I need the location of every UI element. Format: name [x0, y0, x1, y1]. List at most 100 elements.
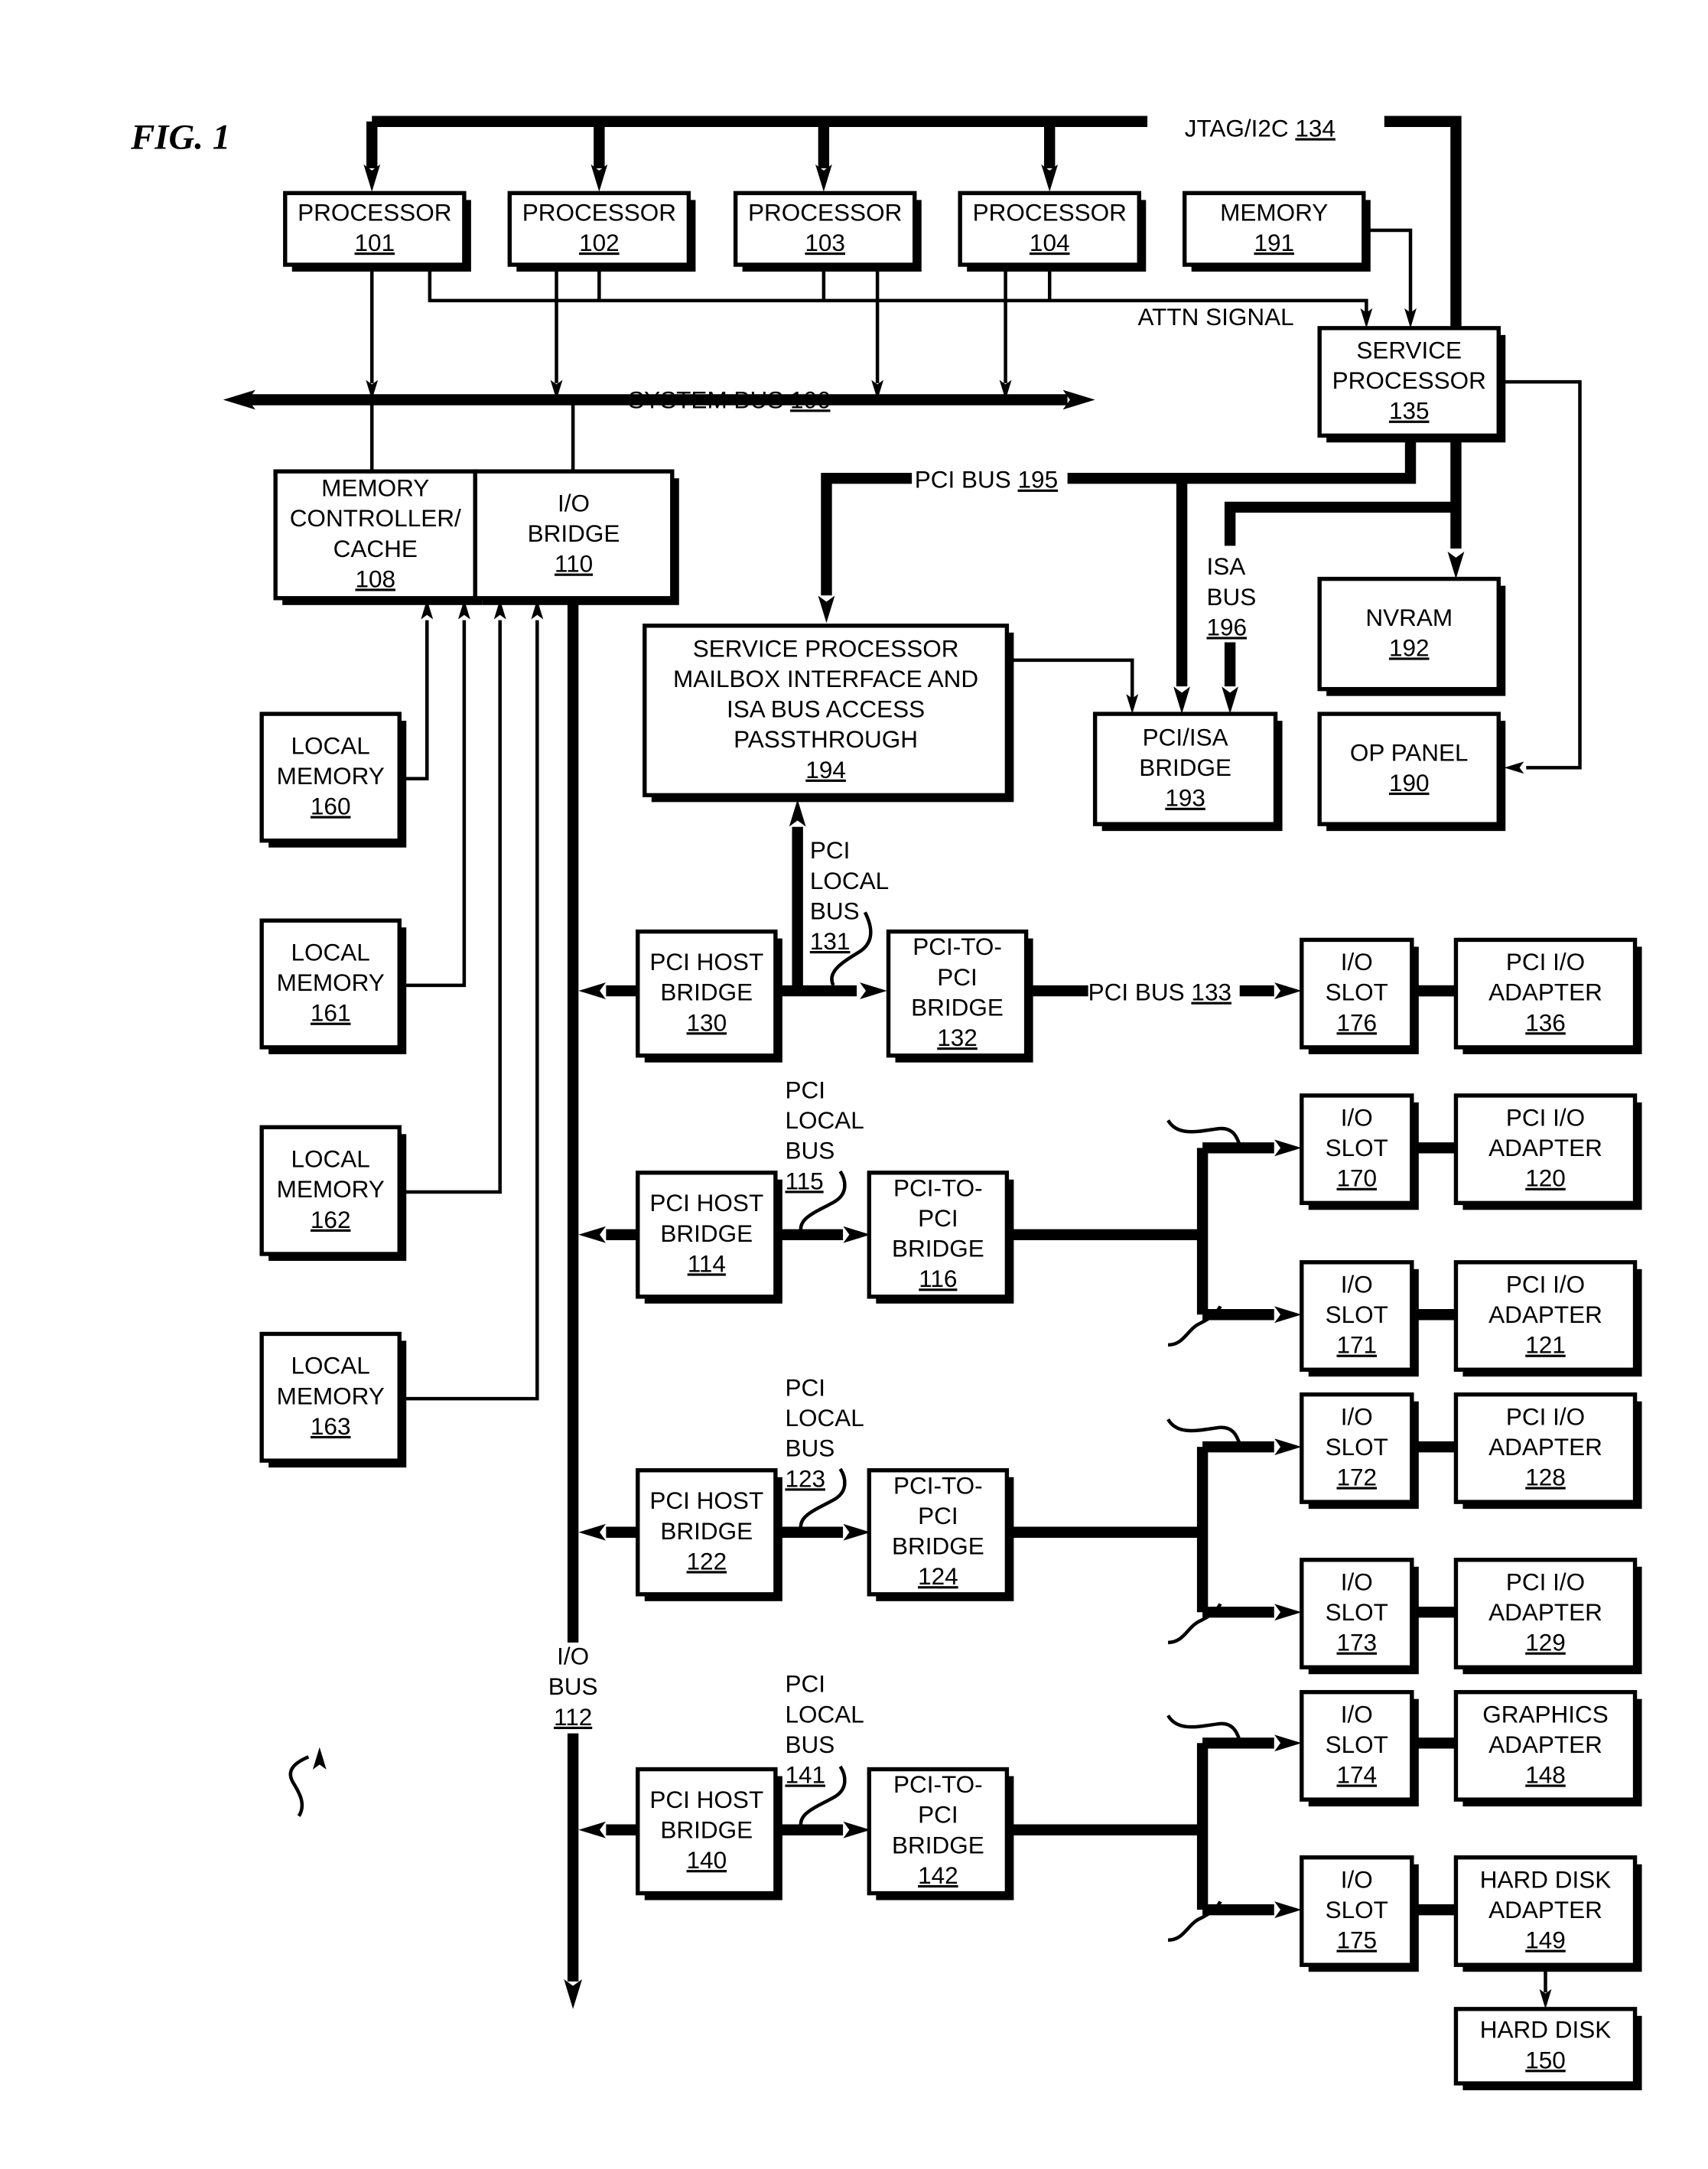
pci-bus-195	[821, 472, 913, 596]
svg-text:BUS: BUS	[785, 1435, 834, 1462]
io-slot-176-label: SLOT	[1326, 979, 1388, 1006]
io-slot-173[interactable]: I/O SLOT 173	[1300, 1558, 1419, 1675]
arrowhead-icon	[1274, 1901, 1302, 1919]
pci-to-pci-bridge-132-label: BRIDGE	[911, 993, 1004, 1021]
adapter-149[interactable]: HARD DISK ADAPTER 149	[1453, 1855, 1642, 1972]
pci-host-bridge-140-label: BRIDGE	[660, 1816, 753, 1844]
io-slot-171-label: I/O	[1341, 1270, 1373, 1298]
io-slot-175-label: I/O	[1341, 1865, 1373, 1893]
pci-host-bridge-114[interactable]: PCI HOST BRIDGE114	[636, 1171, 782, 1304]
local-memory-161-label: MEMORY	[277, 969, 385, 996]
memory-controller-108[interactable]: MEMORYCONTROLLER/CACHE 108	[273, 469, 483, 605]
pci-host-bridge-122[interactable]: PCI HOST BRIDGE122	[636, 1468, 782, 1601]
processor-103[interactable]: PROCESSOR 103	[733, 191, 922, 272]
arrowhead-icon	[815, 164, 832, 192]
pci-to-pci-bridge-132[interactable]: PCI-TO- PCIBRIDGE 132	[886, 929, 1033, 1063]
pci-local-bus-131-label: PCI LOCAL BUS 131	[810, 836, 889, 955]
pci-bus-133-label: PCI BUS 133	[1088, 979, 1231, 1006]
adapter-121[interactable]: PCI I/O ADAPTER 121	[1453, 1260, 1642, 1377]
pci-to-pci-bridge-116[interactable]: PCI-TO- PCI BRIDGE 116	[867, 1171, 1014, 1304]
jtag-bus	[1384, 116, 1462, 328]
nvram-192[interactable]: NVRAM192	[1317, 576, 1506, 696]
pci-isa-bridge-193-label: BRIDGE	[1139, 754, 1231, 781]
io-slot-170[interactable]: I/OSLOT 170	[1300, 1093, 1419, 1210]
pci-host-bridge-114-label: BRIDGE	[660, 1220, 753, 1247]
pci-to-pci-bridge-142-label: PCI	[918, 1801, 958, 1829]
io-slot-176[interactable]: I/O SLOT176	[1300, 937, 1419, 1054]
io-slot-175-label: SLOT	[1326, 1896, 1388, 1923]
pci-to-pci-bridge-124-label: BRIDGE	[892, 1532, 984, 1560]
processor-102[interactable]: PROCESSOR 102	[507, 191, 696, 272]
local-memory-161-ref: 161	[311, 999, 351, 1027]
mailbox-interface-194-ref: 194	[805, 756, 846, 783]
mailbox-interface-194-label: PASSTHROUGH	[734, 725, 918, 753]
op-panel-190-label: OP PANEL	[1350, 738, 1469, 766]
pci-isa-bridge-193[interactable]: PCI/ISA BRIDGE 193	[1092, 712, 1283, 832]
arrowhead-icon	[578, 982, 606, 999]
wire	[1501, 379, 1582, 770]
io-bus-112-label: I/OBUS 112	[548, 1643, 598, 1731]
service-processor-135-ref: 135	[1389, 397, 1430, 425]
local-memory-160-label: MEMORY	[277, 762, 385, 790]
adapter-129-ref: 129	[1525, 1629, 1566, 1656]
local-memory-161-label: LOCAL	[291, 938, 370, 966]
local-memory-161[interactable]: LOCAL MEMORY 161	[259, 918, 407, 1054]
io-slot-171-label: SLOT	[1326, 1301, 1388, 1328]
svg-text:115: 115	[785, 1167, 823, 1194]
pci-to-pci-bridge-142[interactable]: PCI-TO- PCIBRIDGE 142	[867, 1767, 1014, 1900]
pci-host-bridge-130[interactable]: PCI HOST BRIDGE130	[636, 929, 782, 1063]
adapter-120-label: PCI I/O	[1506, 1104, 1585, 1132]
local-memory-163[interactable]: LOCAL MEMORY 163	[259, 1331, 407, 1468]
memory-191[interactable]: MEMORY 191	[1182, 191, 1371, 272]
adapter-128-label: ADAPTER	[1488, 1433, 1602, 1461]
arrowhead-icon	[1062, 389, 1095, 410]
pci-host-bridge-122-label: PCI HOST	[649, 1487, 763, 1514]
op-panel-190[interactable]: OP PANEL 190	[1317, 712, 1506, 832]
memory-191-ref: 191	[1254, 229, 1294, 256]
adapter-136-ref: 136	[1525, 1008, 1566, 1036]
adapter-128[interactable]: PCI I/O ADAPTER 128	[1453, 1392, 1642, 1510]
pci-bus-195-label: PCI BUS 195	[915, 466, 1058, 493]
io-slot-176-ref: 176	[1337, 1008, 1378, 1036]
adapter-120-ref: 120	[1525, 1164, 1566, 1192]
adapter-136[interactable]: PCI I/O ADAPTER136	[1453, 937, 1642, 1054]
adapter-129[interactable]: PCI I/O ADAPTER 129	[1453, 1558, 1642, 1675]
io-slot-175[interactable]: I/O SLOT 175	[1300, 1855, 1419, 1972]
op-panel-190-ref: 190	[1389, 769, 1430, 796]
pci-isa-bridge-193-label: PCI/ISA	[1143, 724, 1228, 751]
svg-text:BUS: BUS	[785, 1731, 834, 1758]
adapter-148[interactable]: GRAPHICS ADAPTER 148	[1453, 1689, 1642, 1807]
local-memory-162[interactable]: LOCALMEMORY 162	[259, 1125, 407, 1262]
mailbox-interface-194[interactable]: SERVICE PROCESSOR MAILBOX INTERFACE AND IS…	[643, 624, 1014, 803]
adapter-136-label: PCI I/O	[1506, 948, 1585, 975]
memory-controller-108-label: CONTROLLER/	[290, 504, 461, 532]
hard-disk-150[interactable]: HARD DISK150	[1453, 2007, 1642, 2091]
svg-text:PCI: PCI	[785, 1373, 825, 1401]
svg-text:LOCAL: LOCAL	[785, 1700, 864, 1728]
adapter-120[interactable]: PCI I/OADAPTER 120	[1453, 1093, 1642, 1210]
io-bridge-110-label: I/O	[558, 489, 590, 516]
service-processor-135[interactable]: SERVICE PROCESSOR 135	[1317, 326, 1506, 443]
svg-text:BUS: BUS	[548, 1672, 598, 1700]
svg-text:ISA: ISA	[1207, 552, 1246, 580]
pci-host-bridge-140[interactable]: PCI HOST BRIDGE140	[636, 1767, 782, 1900]
io-slot-172[interactable]: I/O SLOT 172	[1300, 1392, 1419, 1510]
processor-101[interactable]: PROCESSOR 101	[283, 191, 471, 272]
processor-104[interactable]: PROCESSOR 104	[958, 191, 1147, 272]
arrowhead-icon	[1274, 1734, 1302, 1752]
adapter-148-label: ADAPTER	[1488, 1731, 1602, 1758]
io-slot-174[interactable]: I/O SLOT 174	[1300, 1689, 1419, 1807]
io-bridge-110[interactable]: I/O BRIDGE 110	[473, 469, 679, 605]
adapter-121-ref: 121	[1525, 1331, 1566, 1359]
local-memory-160[interactable]: LOCAL MEMORY 160	[259, 712, 407, 848]
io-slot-176-label: I/O	[1341, 948, 1373, 975]
io-slot-171[interactable]: I/O SLOT 171	[1300, 1260, 1419, 1377]
arrowhead-icon	[1274, 1139, 1302, 1157]
io-slot-173-ref: 173	[1337, 1629, 1378, 1656]
pci-to-pci-bridge-124[interactable]: PCI-TO- PCI BRIDGE124	[867, 1468, 1014, 1601]
service-processor-135-label: PROCESSOR	[1332, 366, 1486, 394]
local-memory-162-label: MEMORY	[277, 1175, 385, 1203]
arrowhead-icon	[578, 1821, 606, 1838]
arrowhead-icon	[1274, 982, 1302, 999]
pci-host-bridge-114-ref: 114	[688, 1249, 726, 1277]
